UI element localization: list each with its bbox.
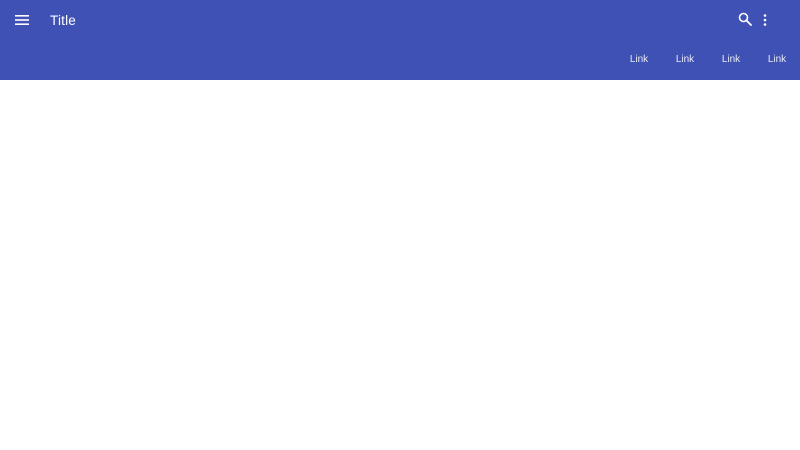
app-bar: Title Link Link Link Link [0, 0, 800, 80]
menu-icon [15, 15, 29, 25]
page-title: Title [50, 11, 76, 30]
nav-link-3[interactable]: Link [708, 44, 754, 76]
more-options-button[interactable] [756, 9, 774, 31]
page-title-text: Title [50, 13, 77, 28]
menu-button[interactable] [8, 6, 36, 34]
nav-link-4[interactable]: Link [754, 44, 800, 76]
main-content [0, 80, 800, 450]
more-vert-icon [763, 14, 767, 26]
nav-link-1[interactable]: Link [616, 44, 662, 76]
app-window: Title Link Link Link Link [0, 0, 800, 450]
search-button[interactable] [734, 8, 756, 30]
search-icon [738, 12, 752, 26]
appbar-links: Link Link Link Link [616, 44, 800, 76]
nav-link-2[interactable]: Link [662, 44, 708, 76]
